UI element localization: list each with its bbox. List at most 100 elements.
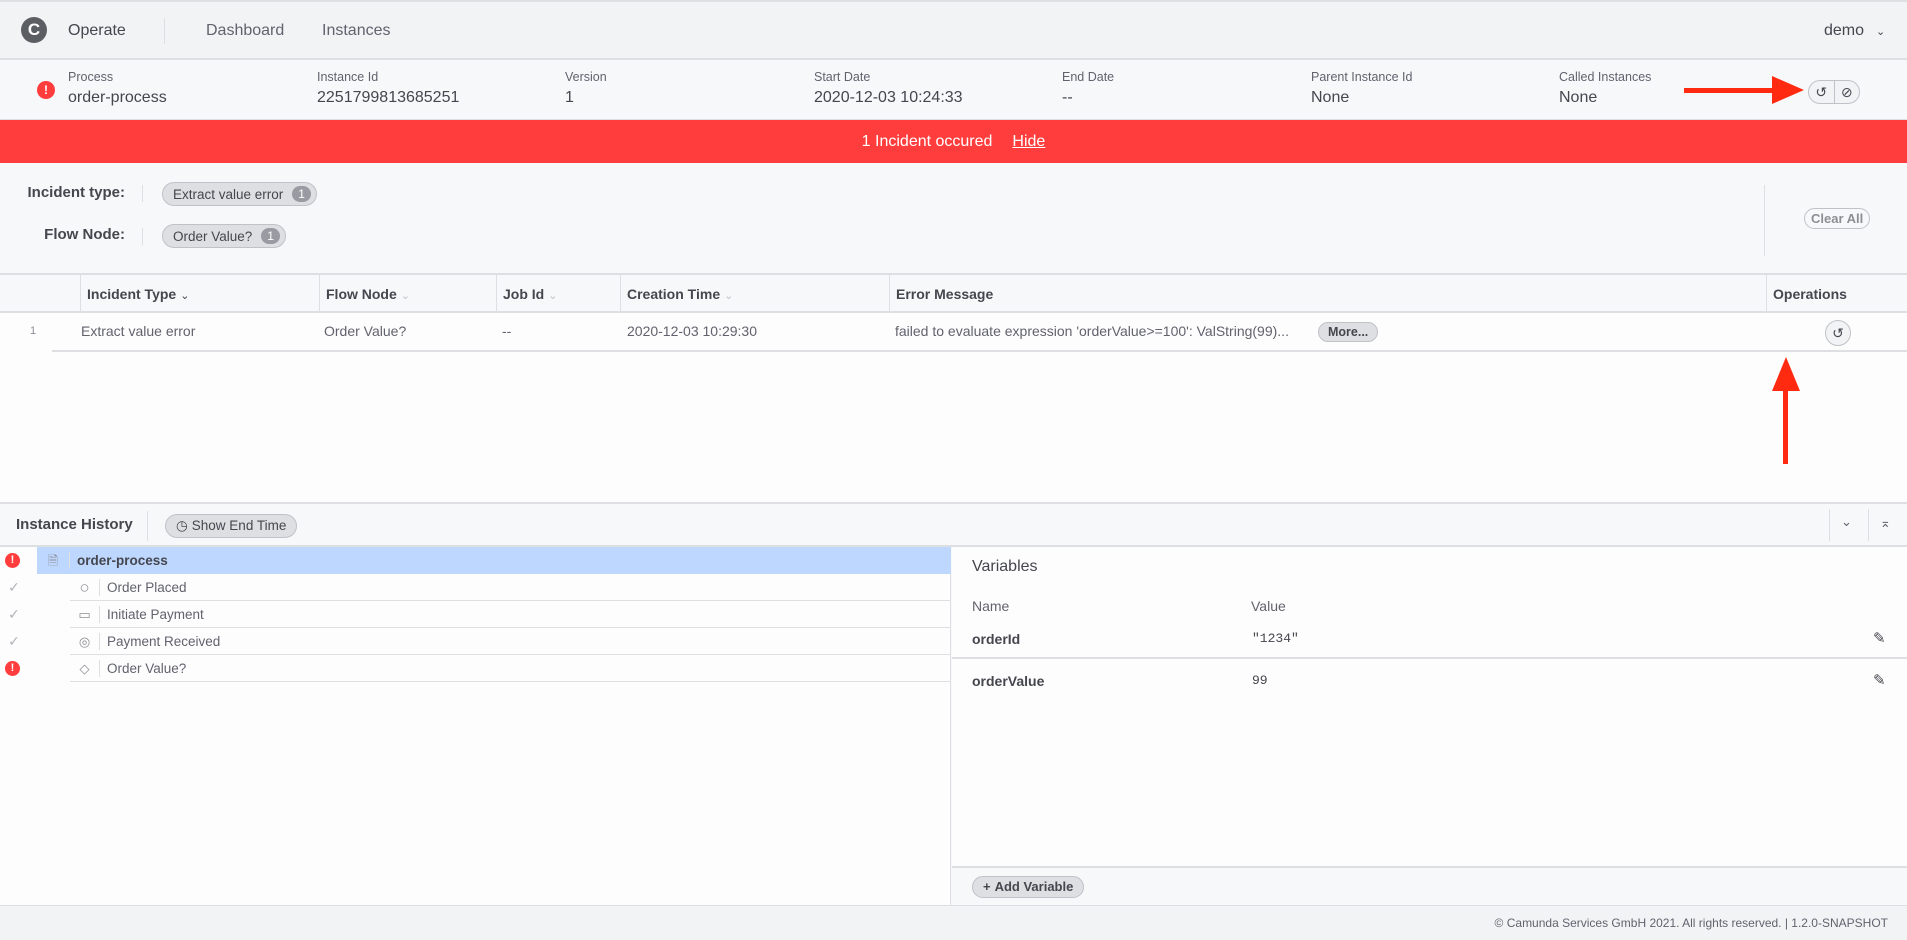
incident-type: Extract value error bbox=[81, 323, 196, 339]
field-value: order-process bbox=[68, 89, 167, 106]
annotation-arrow-head bbox=[1772, 76, 1804, 104]
divider bbox=[1868, 509, 1869, 541]
flow-node: Order Value? bbox=[324, 323, 407, 339]
pill-count: 1 bbox=[261, 228, 280, 244]
field-value: 2251799813685251 bbox=[317, 89, 460, 106]
variable-row: orderValue 99 ✎ bbox=[952, 661, 1907, 701]
incident-count-text: 1 Incident occured bbox=[861, 133, 993, 150]
add-variable-button[interactable]: + Add Variable bbox=[972, 876, 1085, 898]
instance-header: ! Process order-process Instance Id 225179… bbox=[0, 60, 1907, 120]
table-row[interactable]: 1 Extract value error Order Value? -- 20… bbox=[30, 313, 1907, 352]
column-creation-time[interactable]: Creation Time ⌄ bbox=[620, 275, 890, 313]
sort-chevron-icon: ⌄ bbox=[400, 290, 410, 302]
clock-icon: ◷ bbox=[176, 518, 188, 533]
column-label: Job Id bbox=[503, 286, 545, 302]
variables-title: Variables bbox=[972, 558, 1038, 575]
incidents-table-body: 1 Extract value error Order Value? -- 20… bbox=[0, 313, 1907, 502]
column-label: Incident Type bbox=[87, 286, 177, 302]
instance-history-tree: ! 🗎 order-process ✓ ○ Order Placed ✓ ▭ I… bbox=[0, 547, 951, 905]
flow-node-label: Flow Node: bbox=[44, 226, 125, 243]
button-label: Show End Time bbox=[191, 518, 287, 533]
edit-pencil-icon[interactable]: ✎ bbox=[1873, 671, 1886, 689]
column-job-id[interactable]: Job Id ⌄ bbox=[496, 275, 624, 313]
app-name[interactable]: Operate bbox=[68, 22, 126, 40]
user-menu[interactable]: demo ⌄ bbox=[1824, 22, 1885, 40]
incidents-table-header: Incident Type ⌄ Flow Node ⌄ Job Id ⌄ Creati… bbox=[0, 275, 1907, 313]
more-button[interactable]: More... bbox=[1318, 322, 1379, 342]
cancel-instance-button[interactable]: ⊘ bbox=[1835, 81, 1860, 103]
tree-node-order-value[interactable]: ◇ Order Value? bbox=[70, 655, 951, 682]
edit-pencil-icon[interactable]: ✎ bbox=[1873, 629, 1886, 647]
tree-node-initiate-payment[interactable]: ▭ Initiate Payment bbox=[70, 601, 951, 628]
field-value: -- bbox=[1062, 89, 1073, 106]
annotation-arrow-shaft bbox=[1783, 389, 1788, 464]
pill-count: 1 bbox=[292, 186, 311, 202]
field-label: Start Date bbox=[814, 70, 871, 84]
field-value: 2020-12-03 10:24:33 bbox=[814, 89, 963, 106]
tree-node-order-process[interactable]: 🗎 order-process bbox=[37, 547, 951, 574]
node-label: Payment Received bbox=[107, 633, 221, 649]
annotation-arrow-shaft bbox=[1684, 88, 1774, 93]
incident-icon: ! bbox=[37, 81, 55, 99]
camunda-logo-icon[interactable]: C bbox=[21, 17, 47, 43]
flow-node-filter-pill[interactable]: Order Value? 1 bbox=[162, 224, 286, 248]
expand-panel-icon[interactable]: ⌅ bbox=[1880, 515, 1891, 531]
column-incident-type[interactable]: Incident Type ⌄ bbox=[80, 275, 320, 313]
completed-check-icon: ✓ bbox=[8, 633, 20, 649]
field-called-instances: Called Instances None bbox=[1559, 70, 1651, 107]
divider bbox=[164, 18, 165, 44]
message-event-icon: ◎ bbox=[70, 632, 100, 650]
tree-node-order-placed[interactable]: ○ Order Placed bbox=[70, 574, 951, 601]
collapse-panel-icon[interactable]: ⌄ bbox=[1841, 514, 1852, 530]
divider bbox=[1764, 185, 1765, 256]
field-parent-instance-id: Parent Instance Id None bbox=[1311, 70, 1412, 107]
pill-label: Extract value error bbox=[173, 186, 284, 202]
field-value: 1 bbox=[565, 89, 574, 106]
field-value: None bbox=[1311, 89, 1350, 106]
exclusive-gateway-icon: ◇ bbox=[70, 659, 100, 677]
variable-value: "1234" bbox=[1252, 631, 1299, 646]
error-message: failed to evaluate expression 'orderValu… bbox=[895, 323, 1289, 339]
instance-operations: ↺ ⊘ bbox=[1808, 80, 1860, 104]
variable-value: 99 bbox=[1252, 673, 1268, 688]
retry-incident-button[interactable]: ↺ bbox=[1825, 320, 1851, 346]
completed-check-icon: ✓ bbox=[8, 606, 20, 622]
hide-incidents-link[interactable]: Hide bbox=[1012, 133, 1045, 150]
nav-instances[interactable]: Instances bbox=[322, 22, 390, 40]
column-label: Creation Time bbox=[627, 286, 721, 302]
variables-footer bbox=[952, 866, 1907, 905]
divider bbox=[142, 228, 143, 245]
variable-name: orderValue bbox=[972, 673, 1045, 689]
clear-all-button[interactable]: Clear All bbox=[1804, 208, 1871, 229]
column-operations: Operations bbox=[1766, 275, 1907, 313]
retry-instance-button[interactable]: ↺ bbox=[1809, 81, 1835, 103]
incident-type-label: Incident type: bbox=[27, 184, 125, 201]
button-label: Add Variable bbox=[994, 879, 1074, 894]
service-task-icon: ▭ bbox=[70, 605, 100, 623]
incident-banner: 1 Incident occured Hide bbox=[0, 120, 1907, 163]
user-name: demo bbox=[1824, 22, 1865, 39]
column-flow-node[interactable]: Flow Node ⌄ bbox=[319, 275, 497, 313]
name-column-header: Name bbox=[972, 598, 1010, 614]
field-start-date: Start Date 2020-12-03 10:24:33 bbox=[814, 70, 963, 107]
field-label: End Date bbox=[1062, 70, 1115, 84]
nav-dashboard[interactable]: Dashboard bbox=[206, 22, 284, 40]
field-label: Instance Id bbox=[317, 70, 379, 84]
incident-type-filter-pill[interactable]: Extract value error 1 bbox=[162, 182, 317, 206]
divider bbox=[147, 511, 148, 541]
show-end-time-button[interactable]: ◷ Show End Time bbox=[165, 514, 298, 538]
plus-icon: + bbox=[983, 879, 991, 894]
footer: © Camunda Services GmbH 2021. All rights… bbox=[0, 905, 1907, 940]
job-id: -- bbox=[502, 323, 512, 339]
document-icon: 🗎 bbox=[37, 552, 70, 569]
tree-node-payment-received[interactable]: ◎ Payment Received bbox=[70, 628, 951, 655]
field-instance-id: Instance Id 2251799813685251 bbox=[317, 70, 459, 107]
variable-name: orderId bbox=[972, 631, 1021, 647]
top-navigation-bar: C Operate Dashboard Instances demo ⌄ bbox=[0, 0, 1907, 60]
completed-check-icon: ✓ bbox=[8, 579, 20, 595]
sort-chevron-icon: ⌄ bbox=[180, 290, 190, 302]
field-label: Called Instances bbox=[1559, 70, 1652, 84]
node-label: Order Placed bbox=[107, 579, 187, 595]
node-label: order-process bbox=[77, 553, 168, 568]
column-error-message: Error Message bbox=[889, 275, 1767, 313]
